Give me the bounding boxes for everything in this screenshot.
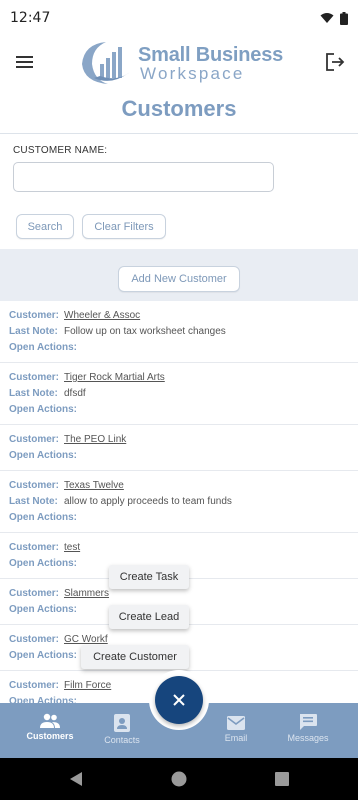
customer-name-link[interactable]: test (64, 542, 80, 553)
open-actions-label: Open Actions: (9, 450, 77, 461)
create-task-button[interactable]: Create Task (109, 565, 189, 589)
logout-icon[interactable] (324, 50, 346, 74)
customer-label: Customer: (9, 680, 60, 691)
nav-email-label: Email (224, 733, 248, 743)
customer-name-link[interactable]: Slammers (64, 588, 109, 599)
divider (0, 133, 358, 134)
contacts-icon (114, 714, 130, 732)
wifi-icon (320, 13, 334, 23)
close-icon (173, 694, 185, 706)
customer-label: Customer: (9, 372, 60, 383)
customer-name-link[interactable]: GC Workf (64, 634, 108, 645)
nav-contacts-label: Contacts (104, 735, 140, 745)
clear-filters-button[interactable]: Clear Filters (82, 214, 166, 239)
recent-apps-icon[interactable] (275, 772, 289, 786)
nav-contacts[interactable]: Contacts (87, 703, 157, 758)
search-button[interactable]: Search (16, 214, 74, 239)
list-item[interactable]: Customer: Texas Twelve Last Note: allow to… (0, 471, 358, 533)
customer-name-link[interactable]: Texas Twelve (64, 480, 124, 491)
last-note-value: allow to apply proceeds to team funds (64, 496, 232, 507)
customer-name-link[interactable]: Wheeler & Assoc (64, 310, 140, 321)
customer-name-link[interactable]: Tiger Rock Martial Arts (64, 372, 165, 383)
add-new-customer-button[interactable]: Add New Customer (118, 266, 240, 292)
logo-mark-icon (82, 42, 130, 84)
list-item[interactable]: Customer: The PEO Link Open Actions: (0, 425, 358, 471)
list-item[interactable]: Customer: Tiger Rock Martial Arts Last No… (0, 363, 358, 425)
logo-text-line2: Workspace (140, 64, 245, 83)
open-actions-label: Open Actions: (9, 604, 77, 615)
open-actions-label: Open Actions: (9, 404, 77, 415)
messages-icon (300, 714, 317, 730)
last-note-label: Last Note: (9, 326, 58, 337)
page-title: Customers (121, 96, 237, 121)
list-item[interactable]: Customer: Wheeler & Assoc Last Note: Follo… (0, 301, 358, 363)
customer-label: Customer: (9, 542, 60, 553)
last-note-label: Last Note: (9, 388, 58, 399)
nav-messages-label: Messages (287, 733, 329, 743)
fab-close-button[interactable] (155, 676, 203, 724)
back-icon[interactable] (68, 771, 84, 787)
nav-customers[interactable]: Customers (15, 703, 85, 758)
status-bar: 12:47 (0, 0, 358, 36)
last-note-value: dfsdf (64, 388, 86, 399)
nav-email[interactable]: Email (201, 703, 271, 758)
customer-label: Customer: (9, 588, 60, 599)
create-lead-button[interactable]: Create Lead (109, 605, 189, 629)
open-actions-label: Open Actions: (9, 650, 77, 661)
customer-label: Customer: (9, 310, 60, 321)
customer-name-link[interactable]: Film Force (64, 680, 111, 691)
customer-label: Customer: (9, 480, 60, 491)
last-note-label: Last Note: (9, 496, 58, 507)
app-logo: Small Business Workspace (78, 38, 283, 88)
people-icon (40, 713, 60, 728)
open-actions-label: Open Actions: (9, 512, 77, 523)
customer-label: Customer: (9, 434, 60, 445)
customer-name-input[interactable] (13, 162, 274, 192)
status-time: 12:47 (10, 10, 51, 26)
nav-messages[interactable]: Messages (273, 703, 343, 758)
app-header: Small Business Workspace (0, 36, 358, 90)
customer-name-label: CUSTOMER NAME: (13, 145, 108, 156)
open-actions-label: Open Actions: (9, 558, 77, 569)
nav-customers-label: Customers (26, 731, 74, 741)
status-icons (320, 11, 348, 25)
email-icon (227, 716, 245, 730)
menu-icon[interactable] (14, 50, 36, 74)
home-icon[interactable] (171, 771, 187, 787)
customer-label: Customer: (9, 634, 60, 645)
create-customer-button[interactable]: Create Customer (81, 645, 189, 669)
system-nav-bar (0, 758, 358, 800)
last-note-value: Follow up on tax worksheet changes (64, 326, 226, 337)
open-actions-label: Open Actions: (9, 342, 77, 353)
battery-icon (340, 11, 348, 25)
customer-name-link[interactable]: The PEO Link (64, 434, 126, 445)
